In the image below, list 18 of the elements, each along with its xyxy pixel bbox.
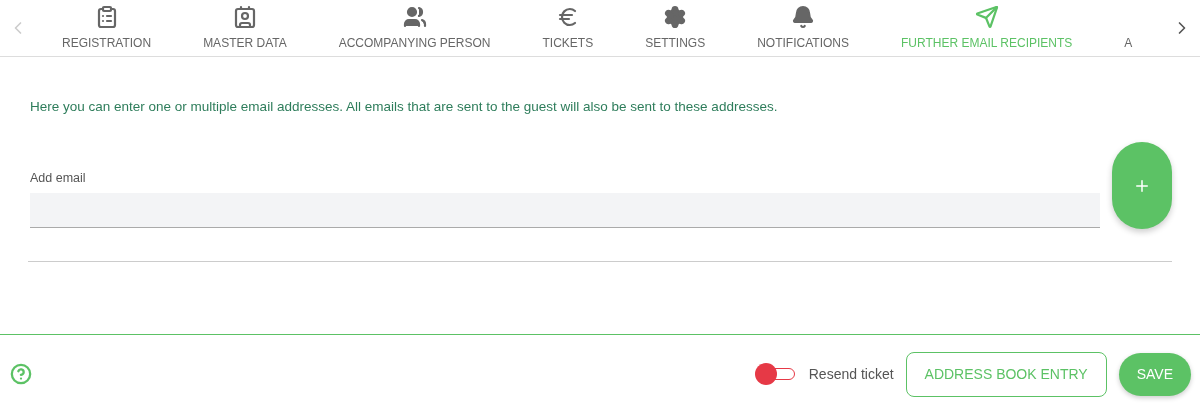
add-button[interactable] xyxy=(1112,142,1172,229)
paper-plane-icon xyxy=(974,5,999,29)
tab[interactable]: A xyxy=(1098,0,1133,56)
resend-toggle[interactable] xyxy=(754,363,797,385)
bell-icon xyxy=(791,5,816,29)
tab[interactable]: TICKETS xyxy=(516,0,620,56)
tab[interactable]: SETTINGS xyxy=(619,0,732,56)
tab[interactable]: ACCOMPANYING PERSON xyxy=(312,0,517,56)
tab[interactable]: MASTER DATA xyxy=(177,0,313,56)
people-icon xyxy=(402,5,427,29)
contact-card-icon xyxy=(232,5,257,29)
field-label: Add email xyxy=(30,171,87,185)
help-icon[interactable] xyxy=(10,363,32,385)
email-input-field[interactable] xyxy=(30,193,1100,228)
tab[interactable]: REGISTRATION xyxy=(36,0,178,56)
tab[interactable]: NOTIFICATIONS xyxy=(731,0,875,56)
description-text: Here you can enter one or multiple email addresses. All emails that are sent to the guest will also be sent to these addresses. xyxy=(30,99,779,114)
toggle-label: Resend ticket xyxy=(808,366,894,382)
